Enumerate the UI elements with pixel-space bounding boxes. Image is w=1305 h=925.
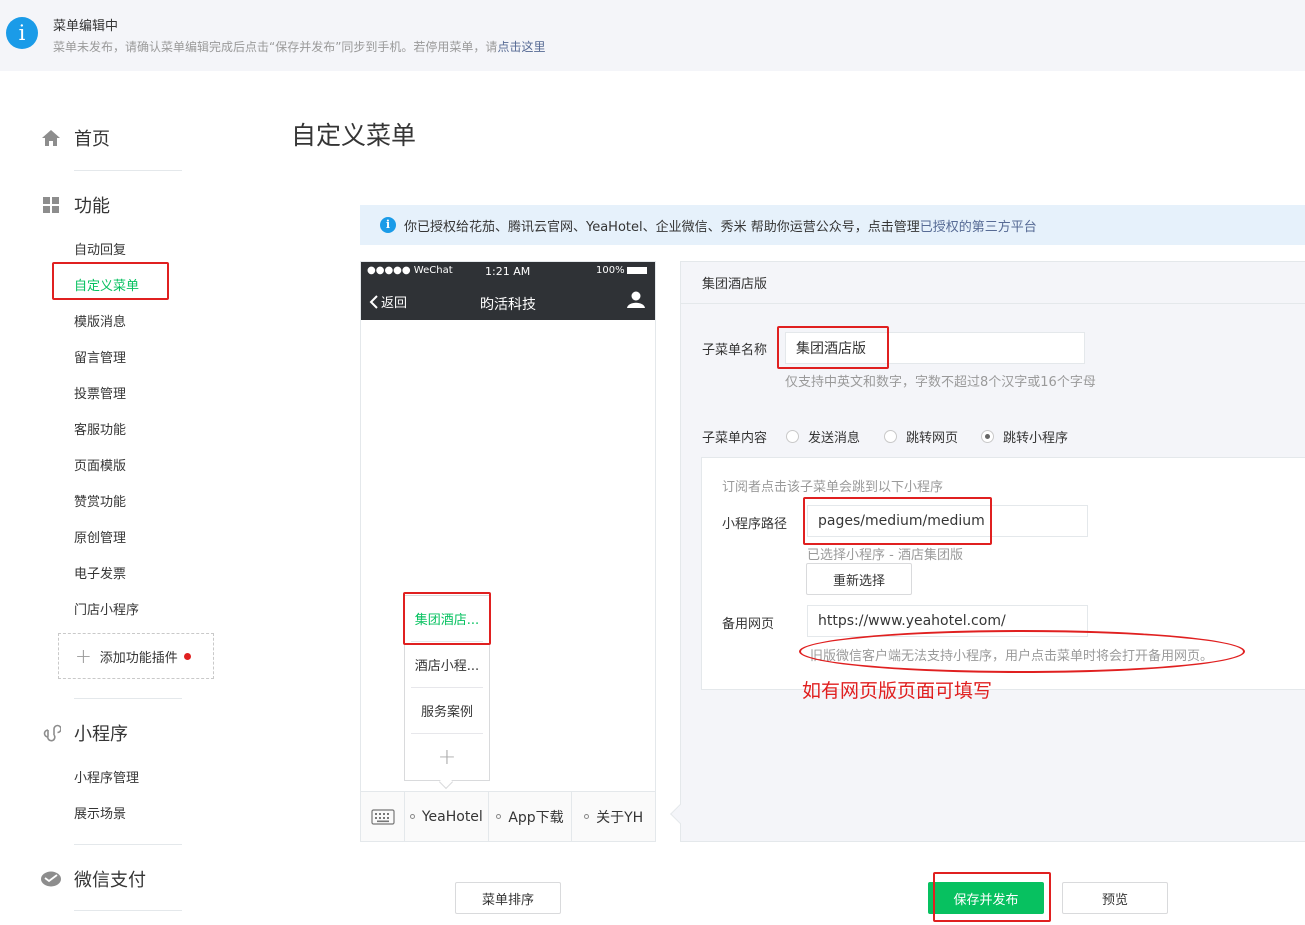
sidebar-divider [74,698,182,699]
highlight-ellipse-backup [799,630,1245,673]
sidebar-wechat-pay-label: 微信支付 [74,870,146,891]
sidebar-home[interactable]: 首页 [40,125,110,151]
radio-circle [884,430,897,443]
sidebar-item-miniprogram-manage[interactable]: 小程序管理 [74,767,139,786]
menu-sort-button[interactable]: 菜单排序 [455,882,561,914]
phone-title: 昀活科技 [480,297,536,313]
radio-send-message[interactable]: 发送消息 [786,427,860,446]
sidebar-item-votes[interactable]: 投票管理 [74,383,126,402]
notice-text-body: 菜单未发布，请确认菜单编辑完成后点击“保存并发布”同步到手机。若停用菜单，请 [53,40,498,54]
notice-title: 菜单编辑中 [53,19,119,34]
radio-jump-web[interactable]: 跳转网页 [884,427,958,446]
sidebar-features: 功能 [40,192,110,218]
phone-preview: ●●●●● WeChat 1:21 AM 100% 返回 昀活科技 集团酒店..… [360,261,656,842]
sidebar-divider [74,910,182,911]
sidebar-item-template-msg[interactable]: 模版消息 [74,311,126,330]
highlight-box-name [777,326,889,369]
annotation-text: 如有网页版页面可填写 [802,680,993,702]
sidebar-item-page-template[interactable]: 页面模版 [74,455,126,474]
home-icon [40,127,62,149]
highlight-box-path [803,497,992,545]
highlight-box-submenu [403,592,491,645]
notice-link[interactable]: 点击这里 [497,40,545,54]
auth-notice-link[interactable]: 已授权的第三方平台 [920,216,1037,235]
menu-tab-about[interactable]: 关于YH [572,792,655,841]
sidebar-item-invoice[interactable]: 电子发票 [74,563,126,582]
submenu-item-service-cases[interactable]: 服务案例 [411,688,483,734]
info-icon: i [6,17,38,49]
info-icon: i [380,217,396,233]
notice-text: 菜单未发布，请确认菜单编辑完成后点击“保存并发布”同步到手机。若停用菜单，请点击… [53,38,545,55]
preview-button[interactable]: 预览 [1062,882,1168,914]
plus-icon: + [75,644,92,668]
keyboard-icon[interactable] [361,792,405,841]
phone-header: ●●●●● WeChat 1:21 AM 100% 返回 昀活科技 [361,262,655,320]
auth-notice-text: 你已授权给花茄、腾讯云官网、YeaHotel、企业微信、秀米 帮助你运营公众号，… [404,219,920,235]
radio-circle-checked [981,430,994,443]
menu-tab-app-download[interactable]: App下载 [489,792,573,841]
add-submenu-icon[interactable]: + [405,734,489,780]
reselect-button[interactable]: 重新选择 [806,563,912,595]
auth-notice-bar: i 你已授权给花茄、腾讯云官网、YeaHotel、企业微信、秀米 帮助你运营公众… [360,205,1305,245]
menu-tab-label: App下载 [508,809,564,826]
sidebar-home-label: 首页 [74,129,110,150]
selected-tip: 已选择小程序 - 酒店集团版 [807,548,963,563]
editor-divider [681,303,1305,304]
phone-time: 1:21 AM [485,265,531,278]
sidebar-divider [74,170,182,171]
sidebar-miniprogram: 小程序 [40,720,128,746]
name-tip: 仅支持中英文和数字，字数不超过8个汉字或16个字母 [785,375,1096,390]
sidebar-item-store-miniprogram[interactable]: 门店小程序 [74,599,139,618]
content-label: 子菜单内容 [702,431,768,446]
radio-jump-miniprogram[interactable]: 跳转小程序 [981,427,1068,446]
sidebar-features-label: 功能 [74,196,110,217]
page-title: 自定义菜单 [291,121,417,150]
radio-label: 跳转小程序 [1003,431,1069,446]
sub-tip: 订阅者点击该子菜单会跳到以下小程序 [722,480,944,495]
sidebar-item-reward[interactable]: 赞赏功能 [74,491,126,510]
menu-tab-label: YeaHotel [421,808,483,825]
sidebar-item-comments[interactable]: 留言管理 [74,347,126,366]
battery-icon [627,267,647,274]
radio-dot [985,434,990,439]
radio-label: 跳转网页 [906,431,959,446]
highlight-box-save [933,872,1051,922]
sidebar-item-customer-service[interactable]: 客服功能 [74,419,126,438]
submenu-item-hotel-miniprogram[interactable]: 酒店小程... [411,642,483,688]
phone-signal: ●●●●● WeChat [367,265,453,276]
menu-tab-yeahotel[interactable]: YeaHotel [405,792,489,841]
highlight-box-custom-menu [52,262,169,300]
notice-bar: i 菜单编辑中 菜单未发布，请确认菜单编辑完成后点击“保存并发布”同步到手机。若… [0,0,1305,71]
sidebar-item-display-scene[interactable]: 展示场景 [74,803,126,822]
menu-dot-icon [409,814,415,819]
wechat-pay-icon [40,868,62,890]
miniprogram-icon [40,722,62,744]
user-icon[interactable] [627,291,645,312]
phone-battery: 100% [596,265,625,276]
phone-menu-bar: YeaHotel App下载 关于YH [361,791,655,841]
menu-dot-icon [496,814,502,819]
radio-label: 发送消息 [808,431,861,446]
grid-icon [40,194,62,216]
menu-tab-label: 关于YH [596,809,644,826]
sidebar-item-original[interactable]: 原创管理 [74,527,126,546]
backup-label: 备用网页 [722,617,775,632]
menu-dot-icon [584,814,590,819]
add-plugin-button[interactable]: + 添加功能插件 [58,633,214,679]
path-label: 小程序路径 [722,517,788,532]
sidebar-divider [74,844,182,845]
sidebar-wechat-pay: 微信支付 [40,866,146,892]
add-plugin-label: 添加功能插件 [99,650,178,666]
red-dot-badge [183,652,191,660]
radio-circle [786,430,799,443]
name-label: 子菜单名称 [702,343,768,358]
sidebar-item-auto-reply[interactable]: 自动回复 [74,239,126,258]
editor-header: 集团酒店版 [702,277,768,292]
sidebar-miniprogram-label: 小程序 [74,724,128,745]
